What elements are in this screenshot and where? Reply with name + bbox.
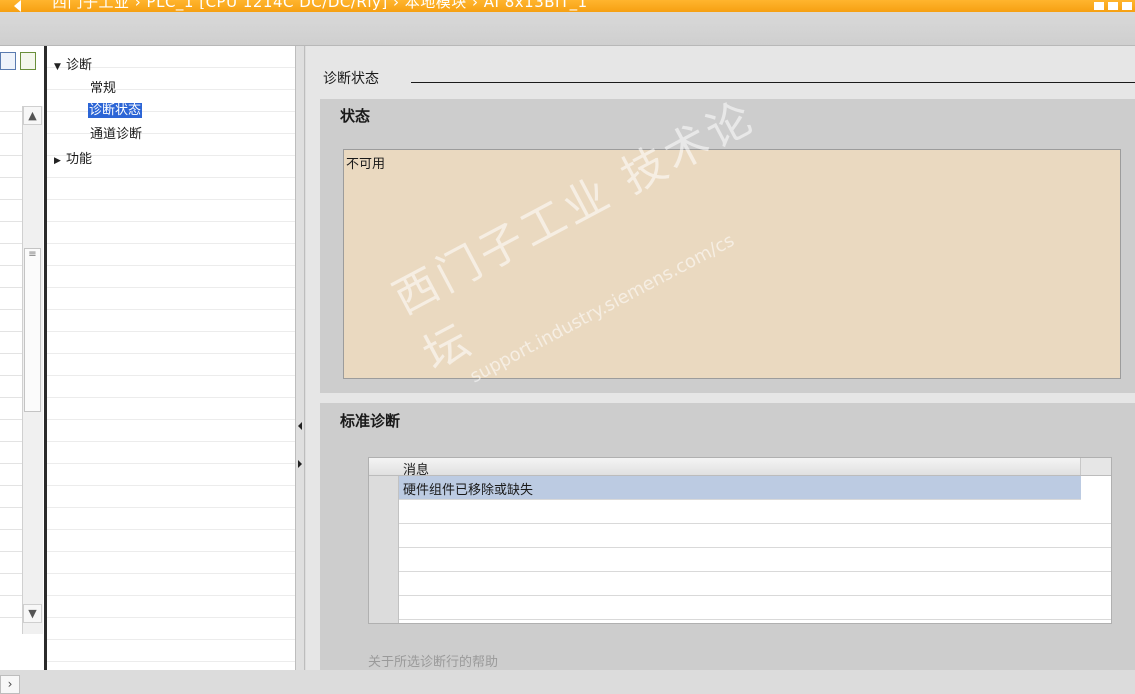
list-item[interactable] [0, 310, 22, 332]
toolbar-strip [0, 12, 1135, 46]
tree-item-label: 功能 [66, 152, 93, 167]
list-item[interactable] [0, 464, 22, 486]
list-item[interactable] [0, 552, 22, 574]
list-item[interactable] [0, 244, 22, 266]
device-list [0, 90, 22, 618]
list-item[interactable] [0, 398, 22, 420]
list-item[interactable] [0, 90, 22, 112]
tree-item-diagnostics[interactable]: ▼ 诊断 [54, 54, 92, 73]
list-item[interactable] [0, 200, 22, 222]
table-row[interactable] [399, 524, 1111, 548]
standard-diagnostics-header: 标准诊断 [340, 412, 401, 430]
status-group: 状态 不可用 [320, 99, 1135, 393]
status-header: 状态 [340, 107, 371, 125]
back-arrow-icon[interactable] [14, 0, 21, 12]
table-cell: 硬件组件已移除或缺失 [403, 483, 534, 498]
list-item[interactable] [0, 266, 22, 288]
section-title: 诊断状态 [323, 71, 379, 87]
scroll-up-icon[interactable]: ▲ [23, 106, 42, 125]
list-item[interactable] [0, 354, 22, 376]
status-text-field[interactable]: 不可用 [343, 149, 1121, 379]
device-list-pane: ▲ ≡ ▼ › [0, 46, 47, 694]
tree-item-label: 诊断 [66, 58, 93, 73]
scroll-down-icon[interactable]: ▼ [23, 604, 42, 623]
export-icon[interactable] [20, 52, 36, 70]
vertical-scrollbar[interactable]: ▲ ≡ ▼ [22, 106, 43, 634]
tree-item-label: 诊断状态 [88, 103, 143, 118]
tree-item-general[interactable]: 常规 [90, 77, 116, 96]
minimize-icon[interactable] [1094, 2, 1104, 10]
list-item[interactable] [0, 376, 22, 398]
caret-down-icon[interactable]: ▼ [54, 62, 66, 72]
properties-content: 诊断状态 状态 不可用 标准诊断 消息 硬件组件已移除或缺失 关于所选诊断行的帮… [306, 46, 1135, 670]
restore-icon[interactable] [1108, 2, 1118, 10]
table-row[interactable]: 硬件组件已移除或缺失 [399, 476, 1081, 500]
standard-diagnostics-group: 标准诊断 消息 硬件组件已移除或缺失 [320, 403, 1135, 670]
tree-item-functions[interactable]: ▶ 功能 [54, 148, 92, 167]
list-item[interactable] [0, 288, 22, 310]
list-item[interactable] [0, 508, 22, 530]
list-item[interactable] [0, 156, 22, 178]
caret-right-icon[interactable]: ▶ [54, 156, 66, 166]
tree-item-channel-diagnostics[interactable]: 通道诊断 [90, 123, 142, 142]
list-item[interactable] [0, 420, 22, 442]
list-item[interactable] [0, 486, 22, 508]
close-icon[interactable] [1122, 2, 1132, 10]
table-row[interactable] [399, 572, 1111, 596]
tree-item-label: 常规 [90, 81, 117, 96]
table-row[interactable] [399, 500, 1111, 524]
expand-right-icon[interactable] [298, 460, 302, 468]
list-view-icon[interactable] [0, 52, 16, 70]
list-item[interactable] [0, 178, 22, 200]
row-header-column [369, 458, 399, 623]
status-value: 不可用 [346, 157, 386, 172]
tree-item-label: 通道诊断 [90, 127, 143, 142]
list-item[interactable] [0, 530, 22, 552]
list-item[interactable] [0, 442, 22, 464]
list-item[interactable] [0, 222, 22, 244]
table-row[interactable] [399, 596, 1111, 620]
scroll-right-icon[interactable]: › [0, 675, 20, 694]
tree-grid [47, 46, 295, 670]
message-table: 消息 硬件组件已移除或缺失 [368, 457, 1112, 624]
collapse-left-icon[interactable] [298, 422, 302, 430]
column-header-filler [1080, 458, 1111, 475]
table-header: 消息 [369, 458, 1111, 478]
list-item[interactable] [0, 332, 22, 354]
list-item[interactable] [0, 574, 22, 596]
list-item[interactable] [0, 134, 22, 156]
scroll-thumb[interactable]: ≡ [24, 248, 41, 412]
list-item[interactable] [0, 112, 22, 134]
help-link[interactable]: 关于所选诊断行的帮助 [368, 651, 498, 670]
tree-item-diagnostic-status[interactable]: 诊断状态 [88, 99, 143, 118]
section-divider [411, 82, 1135, 83]
pane-splitter[interactable] [295, 46, 305, 670]
breadcrumb: 西门子工业 › PLC_1 [CPU 1214C DC/DC/Rly] › 本地… [52, 0, 588, 11]
list-item[interactable] [0, 596, 22, 618]
title-bar: 西门子工业 › PLC_1 [CPU 1214C DC/DC/Rly] › 本地… [0, 0, 1135, 12]
table-row[interactable] [399, 548, 1111, 572]
navigation-tree: ▼ 诊断 常规 诊断状态 通道诊断 ▶ 功能 [47, 46, 296, 670]
